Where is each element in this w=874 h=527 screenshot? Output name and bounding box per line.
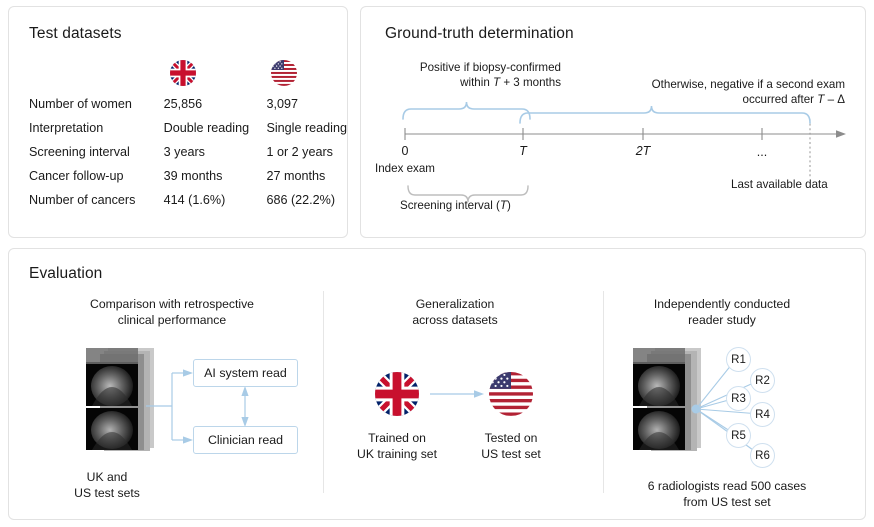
tick-label-0: 0 — [390, 144, 420, 158]
row-us-value: 686 (22.2%) — [266, 193, 347, 217]
row-label: Cancer follow-up — [29, 169, 164, 193]
brace-negative-window — [520, 106, 810, 123]
row-uk-value: 414 (1.6%) — [164, 193, 267, 217]
box-ai-system-read[interactable]: AI system read — [193, 359, 298, 387]
tick-label-ellipsis: ... — [747, 145, 777, 159]
reader-label-r2: R2 — [750, 368, 775, 393]
brace-positive-window — [403, 102, 530, 119]
row-uk-value: 39 months — [164, 169, 267, 193]
row-label: Interpretation — [29, 121, 164, 145]
negative-note: Otherwise, negative if a second exam occ… — [565, 78, 845, 107]
datasets-table: Number of women 25,856 3,097 Interpretat… — [29, 97, 347, 217]
reader-label-r6: R6 — [750, 443, 775, 468]
section-heading-generalization: Generalization across datasets — [360, 296, 550, 328]
last-available-data-label: Last available data — [731, 178, 828, 193]
caption-comparison: UK and US test sets — [52, 469, 162, 501]
row-us-value: 3,097 — [266, 97, 347, 121]
uk-flag-icon-generalization — [375, 372, 419, 416]
caption-generalization-right: Tested on US test set — [460, 430, 562, 462]
us-flag-icon-header — [271, 60, 297, 86]
positive-note-line2: within T + 3 months — [460, 76, 561, 89]
tick-label-2T: 2T — [628, 144, 658, 158]
reader-label-r5: R5 — [726, 423, 751, 448]
mammogram-stack-comparison — [86, 348, 158, 452]
caption-reader-study: 6 radiologists read 500 cases from US te… — [612, 478, 842, 510]
table-row: Interpretation Double reading Single rea… — [29, 121, 347, 145]
divider-2 — [603, 291, 604, 493]
index-exam-label: Index exam — [375, 162, 435, 177]
us-flag-icon-generalization — [489, 372, 533, 416]
section-heading-reader-study: Independently conducted reader study — [622, 296, 822, 328]
table-row: Screening interval 3 years 1 or 2 years — [29, 145, 347, 169]
table-row: Cancer follow-up 39 months 27 months — [29, 169, 347, 193]
row-uk-value: 25,856 — [164, 97, 267, 121]
tick-label-T: T — [508, 144, 538, 158]
uk-flag-icon-header — [170, 60, 196, 86]
reader-label-r3: R3 — [726, 386, 751, 411]
table-row: Number of women 25,856 3,097 — [29, 97, 347, 121]
row-us-value: 1 or 2 years — [266, 145, 347, 169]
divider-1 — [323, 291, 324, 493]
screening-interval-label: Screening interval (T) — [400, 199, 511, 214]
reader-label-r4: R4 — [750, 402, 775, 427]
row-us-value: Single reading — [266, 121, 347, 145]
row-uk-value: 3 years — [164, 145, 267, 169]
row-label: Number of cancers — [29, 193, 164, 217]
row-label: Number of women — [29, 97, 164, 121]
panel-test-datasets: Test datasets — [8, 6, 348, 238]
page-title-evaluation: Evaluation — [29, 265, 102, 283]
row-uk-value: Double reading — [164, 121, 267, 145]
mammogram-stack-reader-study — [633, 348, 705, 452]
row-label: Screening interval — [29, 145, 164, 169]
table-row: Number of cancers 414 (1.6%) 686 (22.2%) — [29, 193, 347, 217]
box-clinician-read[interactable]: Clinician read — [193, 426, 298, 454]
reader-label-r1: R1 — [726, 347, 751, 372]
row-us-value: 27 months — [266, 169, 347, 193]
positive-note: Positive if biopsy-confirmed within T + … — [389, 61, 561, 90]
timeline-axis — [405, 128, 846, 140]
section-heading-comparison: Comparison with retrospective clinical p… — [56, 296, 288, 328]
caption-generalization-left: Trained on UK training set — [342, 430, 452, 462]
negative-note-line2: occurred after T – Δ — [743, 93, 845, 106]
page-title-test-datasets: Test datasets — [29, 25, 122, 43]
